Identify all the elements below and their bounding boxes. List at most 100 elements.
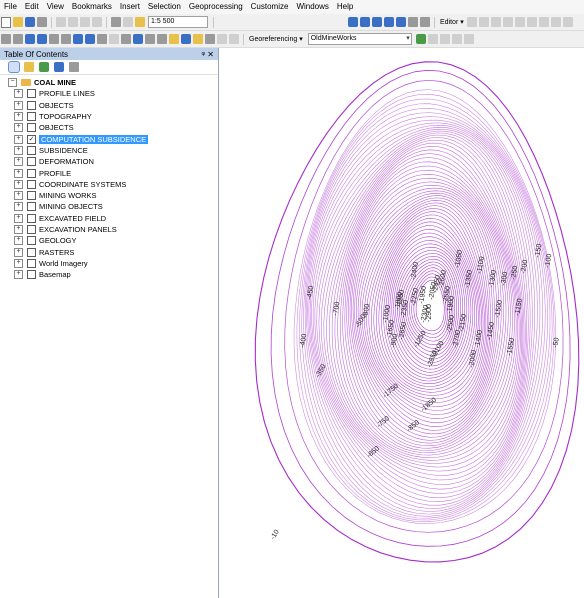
- layer-visibility-checkbox[interactable]: [27, 202, 36, 212]
- menu-geoprocessing[interactable]: Geoprocessing: [185, 0, 247, 14]
- layer-row[interactable]: + RASTERS: [0, 246, 218, 257]
- rotate-raster-icon[interactable]: [427, 34, 438, 44]
- expand-icon[interactable]: +: [14, 202, 23, 212]
- zoom-in-icon[interactable]: [1, 34, 11, 44]
- new-document-icon[interactable]: [1, 16, 11, 28]
- layer-visibility-checkbox[interactable]: [27, 145, 36, 155]
- pan-icon[interactable]: [25, 34, 35, 44]
- expand-icon[interactable]: +: [14, 213, 23, 223]
- expand-icon[interactable]: +: [14, 123, 23, 133]
- rotate-icon[interactable]: [550, 17, 561, 27]
- layer-row[interactable]: + EXCAVATED FIELD: [0, 213, 218, 224]
- edit-annotation-icon[interactable]: [478, 17, 489, 27]
- arctoolbox-icon[interactable]: [396, 17, 406, 27]
- hyperlink-icon[interactable]: [157, 34, 167, 44]
- layer-visibility-checkbox[interactable]: [27, 179, 36, 189]
- layer-visibility-checkbox[interactable]: [27, 89, 36, 99]
- redo-icon[interactable]: [123, 17, 133, 27]
- python-icon[interactable]: [408, 17, 418, 27]
- layer-row[interactable]: + DEFORMATION: [0, 156, 218, 167]
- time-slider-icon[interactable]: [217, 34, 227, 44]
- edit-tool-icon[interactable]: [466, 17, 477, 27]
- layer-visibility-checkbox[interactable]: [27, 191, 36, 201]
- expand-icon[interactable]: +: [14, 191, 23, 201]
- menu-file[interactable]: File: [0, 0, 21, 14]
- table-of-contents-icon[interactable]: [360, 17, 370, 27]
- forward-extent-icon[interactable]: [85, 34, 95, 44]
- layer-row[interactable]: + PROFILE: [0, 167, 218, 178]
- georeferencing-menu-button[interactable]: Georeferencing ▾: [247, 35, 305, 43]
- menu-insert[interactable]: Insert: [116, 0, 144, 14]
- open-folder-icon[interactable]: [13, 17, 23, 27]
- catalog-icon[interactable]: [372, 17, 382, 27]
- layer-row[interactable]: + EXCAVATION PANELS: [0, 224, 218, 235]
- expand-icon[interactable]: +: [14, 225, 23, 234]
- layer-visibility-checkbox[interactable]: [27, 236, 36, 246]
- link-table-icon[interactable]: [463, 34, 474, 44]
- map-view[interactable]: -10 -50 -100 -150 -200 -250 -300 -350 -400 -450 -5…: [219, 48, 584, 598]
- expand-icon[interactable]: +: [14, 100, 23, 110]
- expand-icon[interactable]: +: [14, 157, 23, 167]
- layer-visibility-checkbox[interactable]: [27, 247, 36, 257]
- point-icon[interactable]: [526, 17, 537, 27]
- layer-row[interactable]: + COORDINATE SYSTEMS: [0, 179, 218, 190]
- trace-icon[interactable]: [514, 17, 525, 27]
- layer-visibility-checkbox[interactable]: [27, 112, 36, 122]
- menu-customize[interactable]: Customize: [247, 0, 293, 14]
- split-icon[interactable]: [538, 17, 549, 27]
- layer-row[interactable]: + OBJECTS: [0, 122, 218, 133]
- viewer-window-icon[interactable]: [229, 34, 239, 44]
- scale-raster-icon[interactable]: [451, 34, 462, 44]
- list-by-selection-icon[interactable]: [54, 62, 64, 72]
- layer-visibility-checkbox[interactable]: [27, 100, 36, 110]
- paste-icon[interactable]: [80, 17, 90, 27]
- layer-visibility-checkbox[interactable]: [27, 157, 36, 167]
- select-features-icon[interactable]: [97, 34, 107, 44]
- list-by-source-icon[interactable]: [24, 62, 34, 72]
- find-route-icon[interactable]: [181, 34, 191, 44]
- layer-row[interactable]: + Basemap: [0, 269, 218, 280]
- layer-row[interactable]: + ✓ COMPUTATION SUBSIDENCE: [0, 133, 218, 144]
- layer-visibility-checkbox[interactable]: ✓: [27, 134, 36, 144]
- expand-icon[interactable]: +: [14, 168, 23, 178]
- html-popup-icon[interactable]: [145, 34, 155, 44]
- shift-raster-icon[interactable]: [439, 34, 450, 44]
- zoom-out-icon[interactable]: [13, 34, 23, 44]
- endpoint-arc-icon[interactable]: [502, 17, 513, 27]
- straight-segment-icon[interactable]: [490, 17, 501, 27]
- expand-icon[interactable]: +: [14, 247, 23, 257]
- collapse-icon[interactable]: −: [8, 78, 17, 88]
- add-data-icon[interactable]: [135, 17, 145, 27]
- expand-icon[interactable]: +: [14, 145, 23, 155]
- fixed-zoom-in-icon[interactable]: [49, 34, 59, 44]
- undo-icon[interactable]: [111, 17, 121, 27]
- expand-icon[interactable]: +: [14, 270, 23, 280]
- menu-selection[interactable]: Selection: [144, 0, 185, 14]
- expand-icon[interactable]: +: [14, 112, 23, 122]
- cut-icon[interactable]: [56, 17, 66, 27]
- toc-options-icon[interactable]: [69, 62, 79, 72]
- list-by-visibility-icon[interactable]: [39, 62, 49, 72]
- menu-edit[interactable]: Edit: [21, 0, 43, 14]
- back-extent-icon[interactable]: [73, 34, 83, 44]
- menu-view[interactable]: View: [43, 0, 68, 14]
- save-icon[interactable]: [25, 17, 35, 27]
- menu-help[interactable]: Help: [333, 0, 357, 14]
- expand-icon[interactable]: +: [14, 89, 23, 99]
- clear-selection-icon[interactable]: [109, 34, 119, 44]
- layer-visibility-checkbox[interactable]: [27, 213, 36, 223]
- layer-row[interactable]: + GEOLOGY: [0, 235, 218, 246]
- layer-visibility-checkbox[interactable]: [27, 123, 36, 133]
- menu-bookmarks[interactable]: Bookmarks: [68, 0, 116, 14]
- expand-icon[interactable]: +: [14, 134, 23, 144]
- full-extent-icon[interactable]: [37, 34, 47, 44]
- layer-row[interactable]: + OBJECTS: [0, 100, 218, 111]
- goto-xy-icon[interactable]: [193, 34, 203, 44]
- select-elements-icon[interactable]: [121, 34, 131, 44]
- map-scale-input[interactable]: 1:5 500: [148, 16, 208, 28]
- expand-icon[interactable]: +: [14, 236, 23, 246]
- layer-visibility-checkbox[interactable]: [27, 168, 36, 178]
- layer-row[interactable]: + TOPOGRAPHY: [0, 111, 218, 122]
- add-control-points-icon[interactable]: [415, 34, 426, 44]
- copy-icon[interactable]: [68, 17, 78, 27]
